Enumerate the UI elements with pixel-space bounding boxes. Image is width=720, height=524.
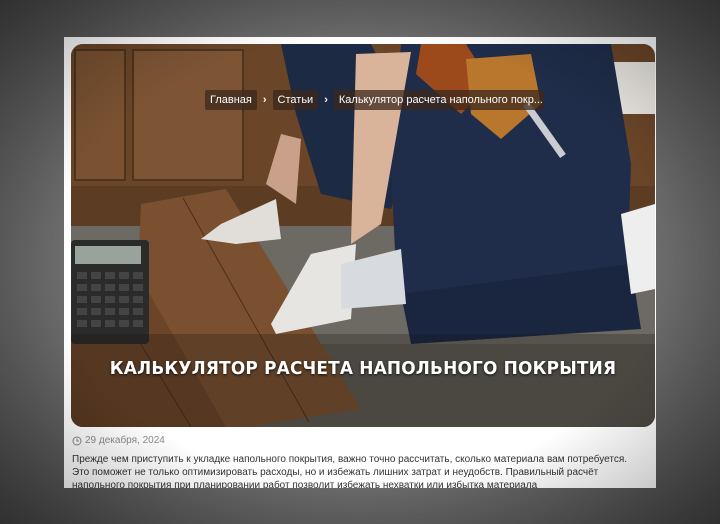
chevron-right-icon: ›	[262, 94, 267, 106]
breadcrumb-current: Калькулятор расчета напольного покр...	[333, 90, 544, 110]
article-page: Главная › Статьи › Калькулятор расчета н…	[64, 37, 656, 488]
breadcrumb-articles-link[interactable]: Статьи	[272, 90, 319, 110]
breadcrumb-home-link[interactable]: Главная	[205, 90, 257, 110]
publish-date: 29 декабря, 2024	[72, 435, 165, 446]
chevron-right-icon: ›	[324, 94, 328, 106]
intro-line: напольного покрытия при планировании раб…	[72, 480, 538, 488]
page-title: КАЛЬКУЛЯТОР РАСЧЕТА НАПОЛЬНОГО ПОКРЫТИЯ	[109, 358, 617, 379]
article-intro: Прежде чем приступить к укладке напольно…	[72, 453, 656, 488]
publish-date-text: 29 декабря, 2024	[85, 435, 165, 446]
hero-banner: Главная › Статьи › Калькулятор расчета н…	[71, 44, 655, 427]
clock-icon	[72, 436, 82, 445]
intro-line: Это поможет не только оптимизировать рас…	[72, 467, 599, 478]
breadcrumb: Главная › Статьи › Калькулятор расчета н…	[205, 90, 544, 110]
intro-line: Прежде чем приступить к укладке напольно…	[72, 454, 628, 465]
